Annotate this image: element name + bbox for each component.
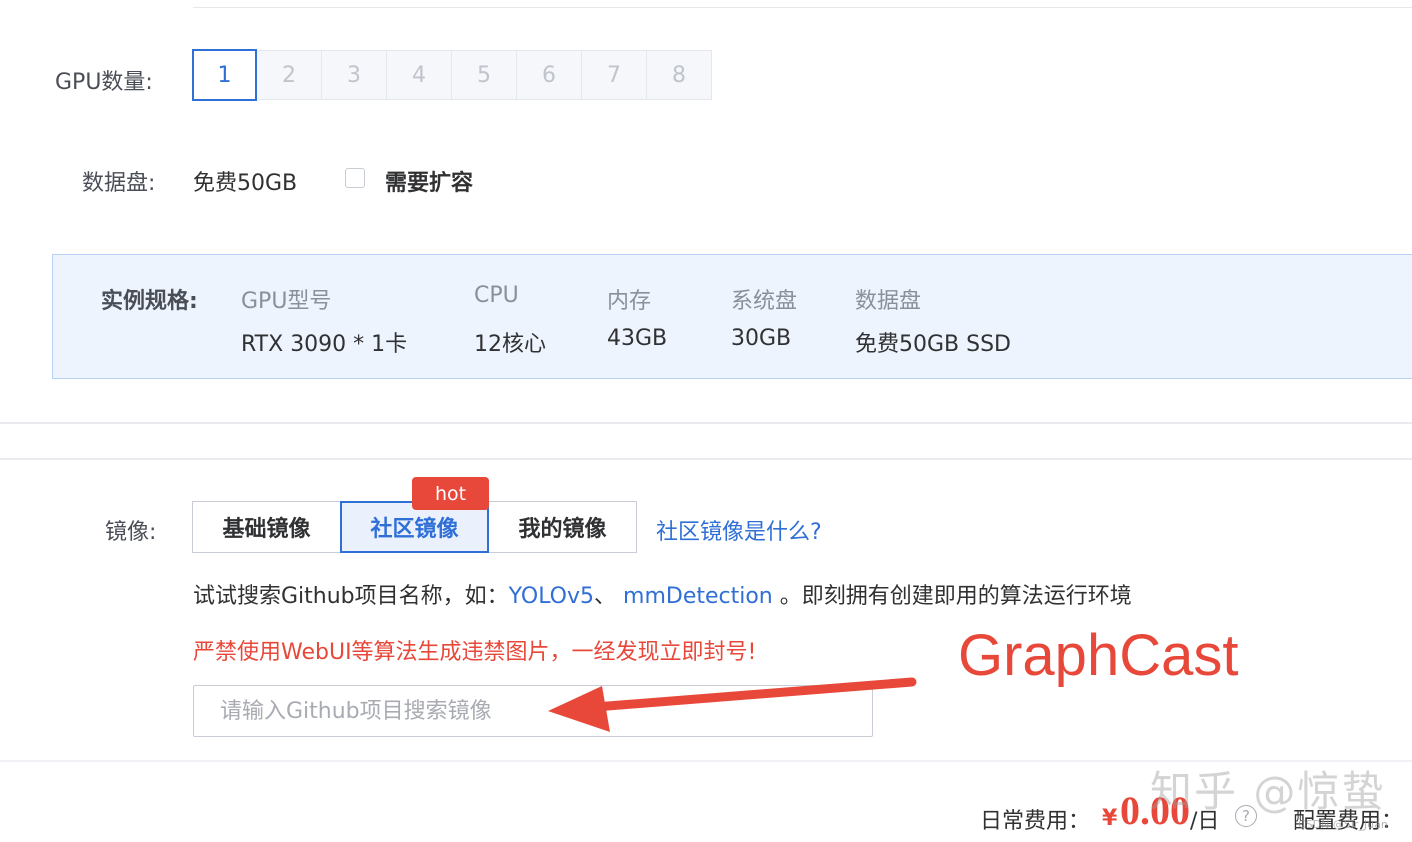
hint-link-mmdetection[interactable]: mmDetection: [623, 584, 773, 609]
instance-spec-panel: [52, 254, 1412, 379]
gpu-option-7[interactable]: 7: [581, 50, 647, 100]
top-divider: [193, 7, 1412, 8]
spec-cpu-value: 12核心: [474, 332, 546, 357]
gpu-option-8[interactable]: 8: [646, 50, 712, 100]
daily-fee-label: 日常费用：: [980, 809, 1091, 834]
csdn-credit: CSDN @Sir_Juan: [1298, 818, 1388, 831]
section-divider: [0, 422, 1412, 424]
instance-spec-label: 实例规格:: [101, 289, 198, 314]
hot-badge: hot: [412, 477, 489, 510]
spec-memory-value: 43GB: [607, 326, 668, 351]
expand-disk-label[interactable]: 需要扩容: [385, 165, 473, 197]
gpu-count-selector: 1 2 3 4 5 6 7 8: [192, 49, 712, 102]
spec-system-disk-value: 30GB: [731, 326, 792, 351]
annotation-text: GraphCast: [958, 623, 1239, 688]
gpu-option-5[interactable]: 5: [451, 50, 517, 100]
gpu-option-3[interactable]: 3: [321, 50, 387, 100]
search-hint: 试试搜索Github项目名称，如：YOLOv5、 mmDetection 。即刻…: [193, 578, 1132, 610]
gpu-count-label: GPU数量:: [55, 70, 153, 95]
tab-my-image[interactable]: 我的镜像: [488, 501, 637, 553]
spec-memory-head: 内存: [607, 289, 652, 314]
spec-system-disk-head: 系统盘: [731, 289, 798, 314]
hint-separator: 、: [594, 584, 617, 609]
currency-symbol: ¥: [1102, 806, 1118, 831]
annotation-arrow-icon: [548, 677, 917, 732]
data-disk-value: 免费50GB: [193, 171, 298, 196]
spec-gpu-model-head: GPU型号: [241, 289, 332, 314]
spec-data-disk-head: 数据盘: [855, 289, 922, 314]
community-image-help-link[interactable]: 社区镜像是什么?: [656, 514, 822, 546]
image-label: 镜像:: [105, 520, 157, 545]
hint-link-yolov5[interactable]: YOLOv5: [509, 584, 594, 609]
gpu-option-6[interactable]: 6: [516, 50, 582, 100]
spec-cpu-head: CPU: [474, 283, 519, 308]
hint-prefix: 试试搜索Github项目名称，如：: [193, 584, 509, 609]
gpu-option-1[interactable]: 1: [192, 49, 257, 101]
spec-data-disk-value: 免费50GB SSD: [855, 332, 1011, 357]
spec-gpu-model-value: RTX 3090 * 1卡: [241, 332, 408, 357]
gpu-option-4[interactable]: 4: [386, 50, 452, 100]
prohibition-warning: 严禁使用WebUI等算法生成违禁图片，一经发现立即封号!: [193, 640, 757, 665]
tab-base-image[interactable]: 基础镜像: [192, 501, 341, 553]
expand-disk-checkbox[interactable]: [345, 168, 365, 188]
zhihu-watermark: 知乎 @惊蛰: [1150, 767, 1386, 816]
section-divider: [0, 458, 1412, 460]
gpu-option-2[interactable]: 2: [256, 50, 322, 100]
hint-suffix: 。即刻拥有创建即用的算法运行环境: [779, 584, 1132, 609]
data-disk-label: 数据盘:: [82, 171, 156, 196]
